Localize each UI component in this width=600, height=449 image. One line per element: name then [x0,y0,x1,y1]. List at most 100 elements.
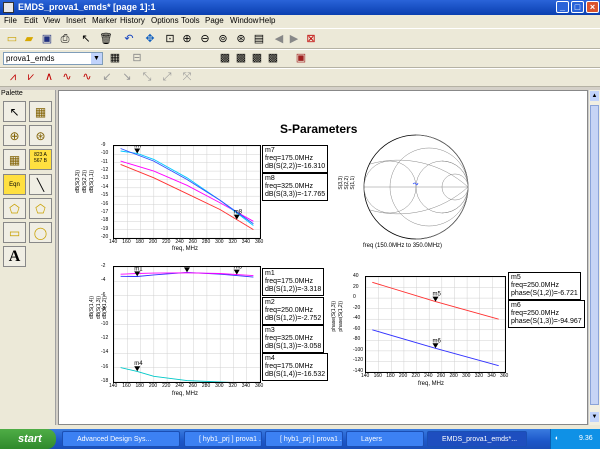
zoom-area-icon[interactable]: ⊡ [163,32,177,46]
stop-icon[interactable]: ⊠ [304,32,318,46]
tray-network-icon[interactable]: ◐ [555,429,559,449]
close-button[interactable]: × [586,1,599,13]
vertical-scrollbar[interactable]: ▲ ▼ [588,90,600,425]
marker-box-m4[interactable]: m4 freq=175.0MHz dB(S(1,4))=-16.532 [262,353,329,381]
chevron-down-icon[interactable]: ▼ [91,53,102,64]
palette-table-icon[interactable]: ▦ [3,149,26,170]
move-icon[interactable]: ✥ [143,32,157,46]
open-folder-icon[interactable]: ▰ [22,32,36,46]
scroll-thumb[interactable] [590,105,599,405]
marker-peak-icon[interactable]: ∧ [42,70,56,84]
task-hyb1-prova1-a[interactable]: [ hyb1_prj ] prova1 ... [184,431,262,447]
menu-options[interactable]: Options [151,16,179,25]
smith-chart[interactable] [352,134,480,240]
menu-tools[interactable]: Tools [181,16,200,25]
minimize-button[interactable]: _ [556,1,569,13]
menu-marker[interactable]: Marker [92,16,117,25]
palette-smith-icon[interactable]: ⊛ [29,125,52,146]
new-icon[interactable]: ▭ [5,32,19,46]
marker-box-m2[interactable]: m2 freq=250.0MHz dB(S(1,2))=-2.752 [262,297,325,325]
plot-mr-xlabel: freq, MHz [418,381,445,387]
marker-left-icon[interactable]: ⤡ [140,70,154,84]
y-tick-label: -10 [101,150,109,157]
task-hyb1-prova1-b[interactable]: [ hyb1_prj ] prova1 ... [265,431,343,447]
marker-delta-icon[interactable]: ⤧ [180,70,194,84]
arrange-icon[interactable]: ⊟ [130,51,144,65]
marker-box-m1[interactable]: m1 freq=175.0MHz dB(S(1,2))=-3.318 [262,268,325,296]
marker-prev-icon[interactable]: ↙ [100,70,114,84]
x-tick-label: 180 [386,373,395,379]
y-tick-label: -14 [101,183,109,190]
marker-box-m3[interactable]: m3 freq=325.0MHz dB(S(1,3))=-3.058 [262,325,325,353]
plot-mr-ylabel-s12: phase(S(1,2)) [338,301,344,332]
marker-box-m6[interactable]: m6 freq=250.0MHz phase(S(1,3))=-94.967 [508,300,585,328]
select-arrow-icon[interactable]: ↖ [79,32,93,46]
scroll-down-icon[interactable]: ▼ [590,412,599,422]
menu-file[interactable]: File [4,16,17,25]
marker-next-icon[interactable]: ↘ [120,70,134,84]
scroll-up-icon[interactable]: ▲ [590,91,599,101]
plot-mr-svg: m5 m6 [366,277,505,372]
palette-polyline-icon[interactable]: ⬠ [3,198,26,219]
zoom-fit-icon[interactable]: ⊚ [216,32,230,46]
prev-page-icon[interactable]: ◀ [272,32,286,46]
print-icon[interactable]: ⎙ [58,32,72,46]
zoom-page-icon[interactable]: ⊛ [234,32,248,46]
align-top-icon[interactable]: ▩ [266,51,280,65]
zoom-out-icon[interactable]: ⊖ [198,32,212,46]
menu-window[interactable]: Window [230,16,258,25]
menu-insert[interactable]: Insert [66,16,86,25]
palette-text-button[interactable]: A [3,246,26,267]
task-emds[interactable]: EMDS_prova1_emds*... [427,431,527,447]
save-icon[interactable]: ▣ [40,32,54,46]
plot-s12-s13-s14[interactable]: m1 m2 m3 m4 [113,266,261,383]
palette-list-button[interactable]: 823 A 567 B [29,149,52,170]
marker-box-m5[interactable]: m5 freq=250.0MHz phase(S(1,2))=-6.721 [508,272,581,300]
marker-m8-name: m8 [265,175,275,182]
palette-rectangle-icon[interactable]: ▭ [3,222,26,243]
palette-equation-button[interactable]: Eqn [3,174,26,195]
marker-min-icon[interactable]: ∿ [80,70,94,84]
plot-s11-s22-s33[interactable]: m7 m8 [113,145,261,239]
menu-help[interactable]: Help [259,16,275,25]
plot-list-icon[interactable]: ▦ [108,51,122,65]
plot-tl-xlabel: freq, MHz [172,246,199,252]
design-select[interactable]: prova1_emds ▼ [3,52,103,65]
marker-valley-icon[interactable]: ⩗ [24,70,38,84]
plot-phase[interactable]: m5 m6 [365,276,506,373]
marker-box-m7[interactable]: m7 freq=175.0MHz dB(S(2,2))=-16.310 [262,145,329,173]
maximize-button[interactable]: □ [571,1,584,13]
palette-polygon-icon[interactable]: ⬠ [29,198,52,219]
zoom-in-icon[interactable]: ⊕ [180,32,194,46]
menu-edit[interactable]: Edit [24,16,38,25]
align-left-icon[interactable]: ▩ [218,51,232,65]
document-title: S-Parameters [280,122,358,136]
undo-icon[interactable]: ↶ [122,32,136,46]
palette-polar-icon[interactable]: ⊕ [3,125,26,146]
page-view-icon[interactable]: ▤ [252,32,266,46]
task-ads[interactable]: Advanced Design Sys... [62,431,180,447]
title-bar[interactable]: EMDS_prova1_emds* [page 1]:1 _ □ × [0,0,600,15]
task-layers[interactable]: Layers [346,431,424,447]
marker-label-m2: m2 [184,267,193,268]
align-right-icon[interactable]: ▩ [250,51,264,65]
y-tick-label: -14 [101,349,109,356]
menu-history[interactable]: History [120,16,145,25]
app-icon[interactable] [3,2,14,13]
marker-right-icon[interactable]: ⤢ [160,70,174,84]
palette-circle-icon[interactable]: ◯ [29,222,52,243]
next-page-icon[interactable]: ▶ [287,32,301,46]
delete-icon[interactable]: 🗑 [99,32,113,46]
marker-box-m8[interactable]: m8 freq=325.0MHz dB(S(3,3))=-17.765 [262,173,329,201]
start-button[interactable]: start [0,429,56,449]
align-center-icon[interactable]: ▩ [234,51,248,65]
palette-line-icon[interactable]: ╲ [29,174,52,195]
layout-icon[interactable]: ▣ [294,51,308,65]
marker-next-peak-icon[interactable]: ∿ [60,70,74,84]
menu-view[interactable]: View [43,16,60,25]
marker-new-icon[interactable]: ⩘ [6,70,20,84]
palette-select-icon[interactable]: ↖ [3,101,26,122]
y-tick-label: -8 [101,306,106,313]
menu-page[interactable]: Page [205,16,224,25]
palette-rect-plot-icon[interactable]: ▦ [29,101,52,122]
